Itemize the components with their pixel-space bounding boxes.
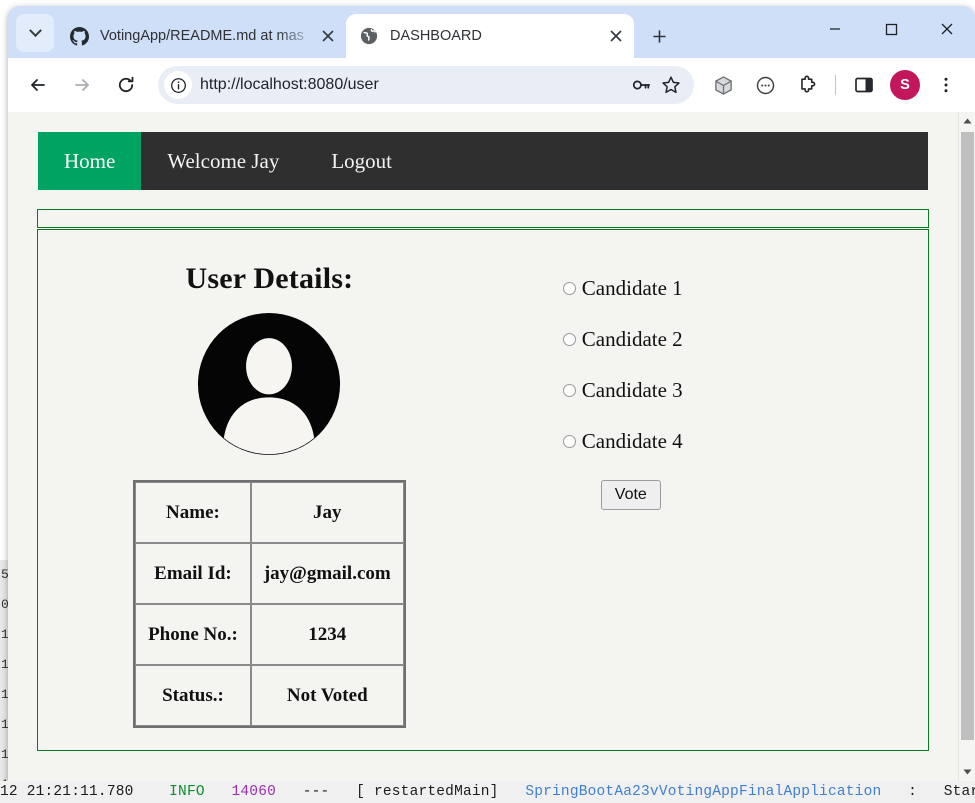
log-pid: 14060 xyxy=(231,784,276,800)
candidate-option-1[interactable]: Candidate 1 xyxy=(501,276,928,301)
star-icon[interactable] xyxy=(656,70,686,100)
scrollbar-thumb[interactable] xyxy=(961,132,974,740)
green-top-strip xyxy=(37,209,929,228)
candidate-label: Candidate 2 xyxy=(581,327,683,351)
puzzle-extensions-icon[interactable] xyxy=(790,68,824,102)
vote-button[interactable]: Vote xyxy=(600,480,661,510)
vote-button-wrapper: Vote xyxy=(501,480,928,510)
tab-close-icon[interactable] xyxy=(604,24,628,48)
web-page: Home Welcome Jay Logout User Details: Na… xyxy=(8,112,958,781)
candidate-option-2[interactable]: Candidate 2 xyxy=(501,327,928,352)
candidate-label: Candidate 3 xyxy=(581,378,683,402)
minimize-button[interactable] xyxy=(807,6,863,52)
side-panel-icon[interactable] xyxy=(847,68,881,102)
row-value: 1234 xyxy=(250,604,404,665)
candidate-radio-3[interactable] xyxy=(562,384,576,397)
profile-avatar[interactable]: S xyxy=(890,70,920,100)
tab-title: DASHBOARD xyxy=(390,28,482,44)
browser-window: VotingApp/README.md at mas DASHBOARD htt… xyxy=(8,6,975,781)
scroll-down-arrow[interactable] xyxy=(959,763,975,781)
nav-item-logout[interactable]: Logout xyxy=(305,132,418,190)
new-tab-button[interactable] xyxy=(642,19,676,53)
address-bar[interactable]: http://localhost:8080/user xyxy=(158,66,694,104)
user-avatar-icon xyxy=(195,310,343,458)
circle-dots-icon[interactable] xyxy=(748,68,782,102)
candidate-option-3[interactable]: Candidate 3 xyxy=(501,378,928,403)
site-navbar: Home Welcome Jay Logout xyxy=(38,132,928,190)
row-value: Not Voted xyxy=(250,665,404,726)
row-label: Name: xyxy=(135,482,251,543)
table-row: Status.: Not Voted xyxy=(135,665,404,726)
row-label: Phone No.: xyxy=(135,604,251,665)
log-thread: [ restartedMain] xyxy=(356,784,499,800)
tab-votingapp-readme[interactable]: VotingApp/README.md at mas xyxy=(56,14,346,58)
cube-icon[interactable] xyxy=(706,68,740,102)
page-viewport: Home Welcome Jay Logout User Details: Na… xyxy=(8,112,975,781)
ide-console-log-line: 12 21:21:11.780 INFO 14060 --- [ restart… xyxy=(0,781,975,803)
row-value: Jay xyxy=(250,482,404,543)
table-row: Phone No.: 1234 xyxy=(135,604,404,665)
row-label: Status.: xyxy=(135,665,251,726)
page-title: User Details: xyxy=(185,262,354,295)
user-details-column: User Details: Name: Jay Email Id: jay@gm… xyxy=(38,230,501,750)
row-value: jay@gmail.com xyxy=(250,543,404,604)
log-timestamp: 12 21:21:11.780 xyxy=(0,784,134,800)
github-icon xyxy=(70,26,89,46)
tab-strip: VotingApp/README.md at mas DASHBOARD xyxy=(8,6,975,58)
window-controls xyxy=(807,6,975,52)
tab-close-icon[interactable] xyxy=(316,24,340,48)
log-logger: SpringBootAa23vVotingAppFinalApplication xyxy=(525,784,882,800)
tab-search-button[interactable] xyxy=(16,14,54,52)
globe-icon xyxy=(360,27,379,46)
candidate-radio-2[interactable] xyxy=(562,333,576,346)
page-scrollbar[interactable] xyxy=(958,112,975,781)
candidate-radio-1[interactable] xyxy=(562,282,576,295)
close-button[interactable] xyxy=(919,6,975,52)
log-level: INFO xyxy=(169,784,205,800)
table-row: Name: Jay xyxy=(135,482,404,543)
tab-dashboard[interactable]: DASHBOARD xyxy=(346,14,634,58)
candidate-label: Candidate 1 xyxy=(581,276,683,300)
log-colon: : xyxy=(908,784,917,800)
nav-item-home[interactable]: Home xyxy=(38,132,142,190)
scroll-up-arrow[interactable] xyxy=(959,112,975,130)
key-icon[interactable] xyxy=(626,70,656,100)
url-text[interactable]: http://localhost:8080/user xyxy=(200,76,626,94)
nav-item-welcome[interactable]: Welcome Jay xyxy=(141,132,305,190)
row-label: Email Id: xyxy=(135,543,251,604)
table-row: Email Id: jay@gmail.com xyxy=(135,543,404,604)
log-separator: --- xyxy=(302,784,330,800)
info-circle-icon[interactable] xyxy=(164,71,192,99)
candidate-label: Candidate 4 xyxy=(581,429,683,453)
three-dot-menu-icon[interactable] xyxy=(929,68,963,102)
reload-button[interactable] xyxy=(107,66,145,104)
candidate-option-4[interactable]: Candidate 4 xyxy=(501,429,928,454)
forward-button[interactable] xyxy=(63,66,101,104)
back-button[interactable] xyxy=(19,66,57,104)
candidate-radio-4[interactable] xyxy=(562,435,576,448)
log-message: Start xyxy=(943,784,975,800)
user-details-table: Name: Jay Email Id: jay@gmail.com Phone … xyxy=(133,480,406,728)
voting-column: Candidate 1 Candidate 2 Candidate 3 Cand… xyxy=(501,230,928,750)
maximize-button[interactable] xyxy=(863,6,919,52)
tab-title: VotingApp/README.md at mas xyxy=(100,28,304,44)
toolbar-divider xyxy=(835,75,836,95)
dashboard-content-box: User Details: Name: Jay Email Id: jay@gm… xyxy=(37,229,929,751)
chevron-down-icon xyxy=(28,23,42,37)
browser-toolbar: http://localhost:8080/user S xyxy=(8,58,975,112)
